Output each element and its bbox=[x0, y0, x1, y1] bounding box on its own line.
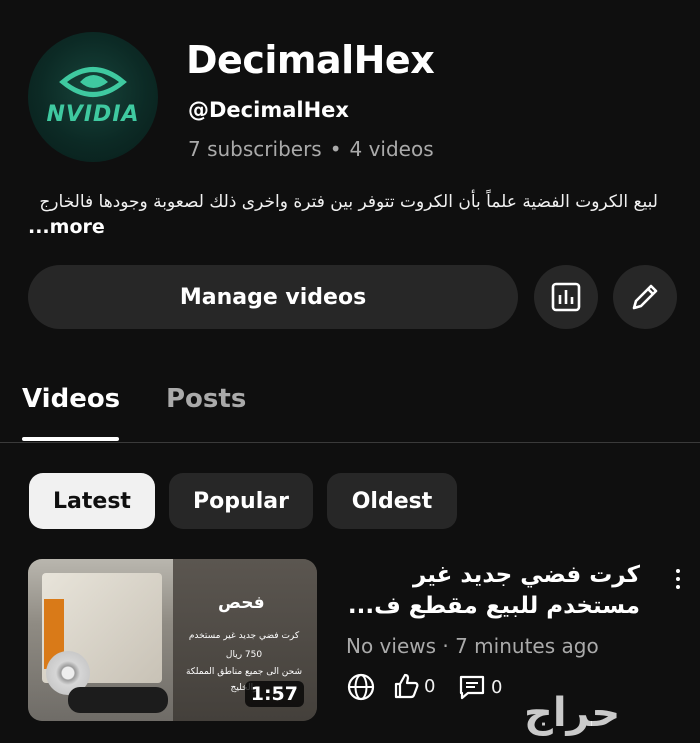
analytics-icon bbox=[551, 282, 581, 312]
tab-posts[interactable]: Posts bbox=[166, 384, 246, 414]
channel-meta: 7 subscribers • 4 videos bbox=[188, 137, 434, 161]
thumbnail-overlay-line: كرت فضي جديد غير مستخدم bbox=[188, 631, 300, 641]
active-tab-indicator bbox=[22, 437, 119, 441]
comment-count: 0 bbox=[491, 676, 503, 698]
likes[interactable]: 0 bbox=[392, 672, 435, 700]
video-thumbnail[interactable]: فحص كرت فضي جديد غير مستخدم 750 ريال شحن… bbox=[28, 559, 317, 721]
channel-description[interactable]: لبيع الكروت الفضية علماً بأن الكروت تتوف… bbox=[28, 190, 658, 214]
comment-icon bbox=[459, 675, 485, 700]
chip-popular[interactable]: Popular bbox=[169, 473, 313, 529]
cable bbox=[68, 687, 168, 713]
thumbs-up-icon bbox=[394, 673, 419, 699]
chip-oldest[interactable]: Oldest bbox=[327, 473, 457, 529]
more-link[interactable]: ...more bbox=[28, 216, 105, 238]
nvidia-eye-icon bbox=[59, 67, 127, 97]
video-meta: No views · 7 minutes ago bbox=[346, 634, 599, 658]
haraj-watermark: حراج bbox=[524, 690, 621, 736]
video-title[interactable]: كرت فضي جديد غير مستخدم للبيع مقطع ف... bbox=[340, 560, 640, 622]
tab-videos[interactable]: Videos bbox=[22, 384, 120, 414]
thumbnail-overlay-line: شحن الى جميع مناطق المملكة bbox=[185, 667, 303, 677]
manage-videos-button[interactable]: Manage videos bbox=[28, 265, 518, 329]
pencil-icon bbox=[632, 284, 658, 310]
channel-name: DecimalHex bbox=[186, 38, 435, 82]
channel-avatar[interactable]: NVIDIA bbox=[28, 32, 158, 162]
comments[interactable]: 0 bbox=[457, 672, 502, 702]
channel-handle: @DecimalHex bbox=[188, 98, 349, 122]
video-count: 4 videos bbox=[349, 137, 434, 161]
visibility-public[interactable] bbox=[346, 672, 376, 702]
edit-channel-button[interactable] bbox=[613, 265, 677, 329]
meta-separator: • bbox=[329, 137, 342, 161]
avatar-brand-text: NVIDIA bbox=[46, 102, 140, 127]
video-title-line: مستخدم للبيع مقطع ف... bbox=[347, 593, 640, 619]
tabs-divider bbox=[0, 442, 700, 443]
analytics-button[interactable] bbox=[534, 265, 598, 329]
subscriber-count: 7 subscribers bbox=[188, 137, 322, 161]
thumbnail-overlay-line: 750 ريال bbox=[225, 650, 263, 660]
more-options-icon[interactable] bbox=[670, 566, 686, 596]
like-count: 0 bbox=[424, 675, 436, 697]
thumbnail-photo bbox=[28, 559, 173, 721]
chip-latest[interactable]: Latest bbox=[29, 473, 155, 529]
video-title-line: كرت فضي جديد غير bbox=[412, 562, 640, 588]
globe-icon bbox=[347, 673, 375, 701]
thumbnail-overlay-title: فحص bbox=[218, 593, 265, 613]
video-duration: 1:57 bbox=[244, 681, 304, 707]
